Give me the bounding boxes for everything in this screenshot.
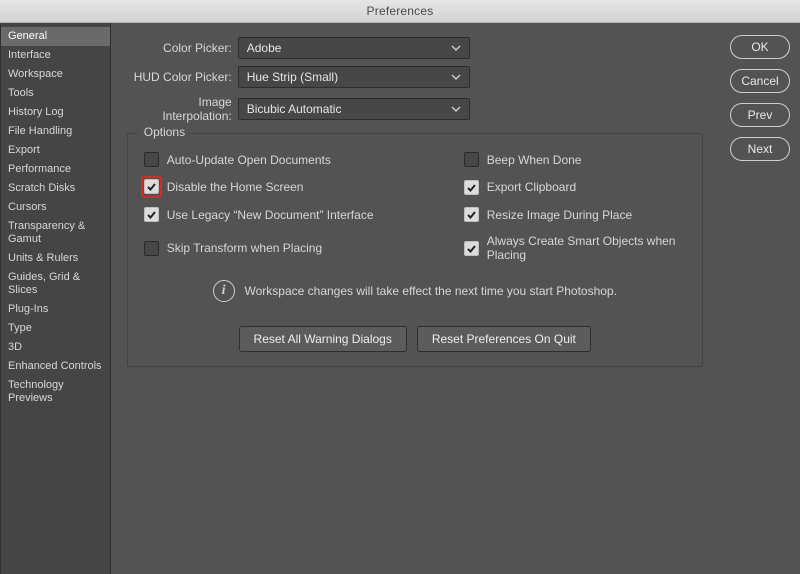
- option-always-create-smart-objects-when-placing[interactable]: Always Create Smart Objects when Placing: [464, 234, 686, 262]
- sidebar-item-label: Plug-Ins: [8, 303, 48, 315]
- options-group: Options Auto-Update Open DocumentsBeep W…: [127, 133, 703, 367]
- sidebar-item-export[interactable]: Export: [1, 141, 110, 160]
- sidebar-item-label: File Handling: [8, 125, 72, 137]
- sidebar-item-label: Tools: [8, 87, 34, 99]
- option-label: Auto-Update Open Documents: [167, 153, 331, 167]
- sidebar-item-file-handling[interactable]: File Handling: [1, 122, 110, 141]
- color-picker-label: Color Picker:: [127, 41, 238, 55]
- checkbox-icon: [464, 241, 479, 256]
- sidebar-item-plug-ins[interactable]: Plug-Ins: [1, 300, 110, 319]
- sidebar-item-label: Technology Previews: [8, 379, 64, 404]
- option-label: Always Create Smart Objects when Placing: [487, 234, 686, 262]
- prev-button[interactable]: Prev: [730, 103, 790, 127]
- option-beep-when-done[interactable]: Beep When Done: [464, 152, 686, 167]
- image-interpolation-value: Bicubic Automatic: [247, 102, 342, 116]
- options-legend: Options: [138, 125, 191, 139]
- dialog-actions: OK Cancel Prev Next: [719, 23, 800, 574]
- chevron-down-icon: [451, 74, 461, 80]
- sidebar-item-guides-grid-slices[interactable]: Guides, Grid & Slices: [1, 268, 110, 300]
- hud-color-picker-select[interactable]: Hue Strip (Small): [238, 66, 470, 88]
- checkbox-icon: [464, 180, 479, 195]
- window-title: Preferences: [367, 4, 434, 18]
- sidebar-item-label: Export: [8, 144, 40, 156]
- sidebar-item-interface[interactable]: Interface: [1, 46, 110, 65]
- sidebar-item-transparency-gamut[interactable]: Transparency & Gamut: [1, 217, 110, 249]
- cancel-button[interactable]: Cancel: [730, 69, 790, 93]
- checkbox-icon: [144, 207, 159, 222]
- sidebar-item-label: 3D: [8, 341, 22, 353]
- next-button[interactable]: Next: [730, 137, 790, 161]
- sidebar-item-label: Workspace: [8, 68, 63, 80]
- color-picker-select[interactable]: Adobe: [238, 37, 470, 59]
- checkbox-icon: [144, 152, 159, 167]
- sidebar-item-workspace[interactable]: Workspace: [1, 65, 110, 84]
- sidebar-item-label: Enhanced Controls: [8, 360, 102, 372]
- sidebar-item-cursors[interactable]: Cursors: [1, 198, 110, 217]
- sidebar-item-label: Interface: [8, 49, 51, 61]
- checkbox-icon: [144, 179, 159, 194]
- option-use-legacy-new-document-interface[interactable]: Use Legacy “New Document” Interface: [144, 207, 464, 222]
- checkbox-icon: [464, 207, 479, 222]
- ok-button[interactable]: OK: [730, 35, 790, 59]
- window-titlebar: Preferences: [0, 0, 800, 23]
- option-label: Disable the Home Screen: [167, 180, 304, 194]
- sidebar-item-label: Type: [8, 322, 32, 334]
- sidebar-item-scratch-disks[interactable]: Scratch Disks: [1, 179, 110, 198]
- sidebar-item-enhanced-controls[interactable]: Enhanced Controls: [1, 357, 110, 376]
- option-skip-transform-when-placing[interactable]: Skip Transform when Placing: [144, 234, 464, 262]
- reset-prefs-button[interactable]: Reset Preferences On Quit: [417, 326, 591, 352]
- chevron-down-icon: [451, 45, 461, 51]
- chevron-down-icon: [451, 106, 461, 112]
- sidebar-item-performance[interactable]: Performance: [1, 160, 110, 179]
- sidebar-item-history-log[interactable]: History Log: [1, 103, 110, 122]
- sidebar-item-label: Cursors: [8, 201, 47, 213]
- option-disable-the-home-screen[interactable]: Disable the Home Screen: [144, 179, 464, 195]
- image-interpolation-label: Image Interpolation:: [127, 95, 238, 123]
- option-export-clipboard[interactable]: Export Clipboard: [464, 179, 686, 195]
- option-label: Export Clipboard: [487, 180, 576, 194]
- info-icon: i: [213, 280, 235, 302]
- option-label: Beep When Done: [487, 153, 582, 167]
- checkbox-icon: [464, 152, 479, 167]
- sidebar-item-label: Scratch Disks: [8, 182, 75, 194]
- sidebar-item-tools[interactable]: Tools: [1, 84, 110, 103]
- checkbox-icon: [144, 241, 159, 256]
- sidebar-item-label: Guides, Grid & Slices: [8, 271, 80, 296]
- sidebar-item-technology-previews[interactable]: Technology Previews: [1, 376, 110, 408]
- hud-color-picker-value: Hue Strip (Small): [247, 70, 338, 84]
- sidebar-item-label: Units & Rulers: [8, 252, 78, 264]
- color-picker-value: Adobe: [247, 41, 282, 55]
- option-auto-update-open-documents[interactable]: Auto-Update Open Documents: [144, 152, 464, 167]
- sidebar-item-label: History Log: [8, 106, 64, 118]
- sidebar-item-label: Performance: [8, 163, 71, 175]
- preferences-sidebar: General Interface Workspace Tools History Lo…: [0, 23, 111, 574]
- hud-color-picker-label: HUD Color Picker:: [127, 70, 238, 84]
- option-resize-image-during-place[interactable]: Resize Image During Place: [464, 207, 686, 222]
- sidebar-item-label: General: [8, 30, 47, 42]
- reset-warnings-button[interactable]: Reset All Warning Dialogs: [239, 326, 407, 352]
- option-label: Skip Transform when Placing: [167, 241, 322, 255]
- sidebar-item-label: Transparency & Gamut: [8, 220, 85, 245]
- highlight-ring: [141, 176, 162, 198]
- sidebar-item-3d[interactable]: 3D: [1, 338, 110, 357]
- option-label: Use Legacy “New Document” Interface: [167, 208, 374, 222]
- sidebar-item-type[interactable]: Type: [1, 319, 110, 338]
- sidebar-item-units-rulers[interactable]: Units & Rulers: [1, 249, 110, 268]
- info-text: Workspace changes will take effect the n…: [245, 284, 617, 298]
- preferences-main: Color Picker: Adobe HUD Color Picker: Hu…: [111, 23, 719, 574]
- sidebar-item-general[interactable]: General: [1, 27, 110, 46]
- option-label: Resize Image During Place: [487, 208, 632, 222]
- image-interpolation-select[interactable]: Bicubic Automatic: [238, 98, 470, 120]
